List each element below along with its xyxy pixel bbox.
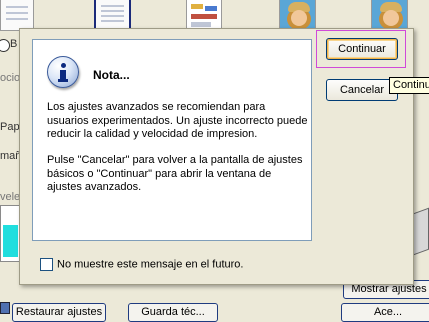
restaurar-ajustes-button[interactable]: Restaurar ajustes (12, 303, 106, 322)
thumbnail-text-page[interactable] (0, 0, 34, 31)
message-paragraph-1: Los ajustes avanzados se recomiendan par… (47, 101, 308, 140)
background-bottom-button-2[interactable]: Guarda téc... (128, 303, 218, 322)
message-panel: Nota... Los ajustes avanzados se recomie… (32, 39, 312, 241)
info-icon (47, 56, 79, 88)
background-bottom-button-3[interactable]: Ace... (341, 303, 429, 322)
dont-show-again-label[interactable]: No muestre este mensaje en el futuro. (57, 259, 243, 271)
continue-button[interactable]: Continuar (326, 38, 398, 60)
dont-show-again-row[interactable]: No muestre este mensaje en el futuro. (40, 258, 243, 272)
background-radio-button[interactable] (0, 39, 10, 52)
continue-tooltip: Continuar (389, 77, 429, 94)
background-label-1: ocio (0, 72, 21, 84)
restore-icon (0, 302, 10, 314)
cancel-button[interactable]: Cancelar (326, 79, 398, 101)
dialog-title: Nota... (93, 68, 130, 82)
advanced-settings-note-dialog: Nota... Los ajustes avanzados se recomie… (19, 28, 414, 285)
thumbnail-mixed-page[interactable] (186, 0, 222, 31)
background-label-4: vele (0, 191, 21, 203)
thumbnail-photo[interactable] (279, 0, 316, 31)
thumbnail-photo-2[interactable] (371, 0, 408, 31)
message-paragraph-2: Pulse "Cancelar" para volver a la pantal… (47, 154, 303, 193)
dont-show-again-checkbox[interactable] (40, 258, 53, 271)
background-ink-level-panel (0, 205, 21, 262)
background-radio-label: B (10, 38, 18, 50)
